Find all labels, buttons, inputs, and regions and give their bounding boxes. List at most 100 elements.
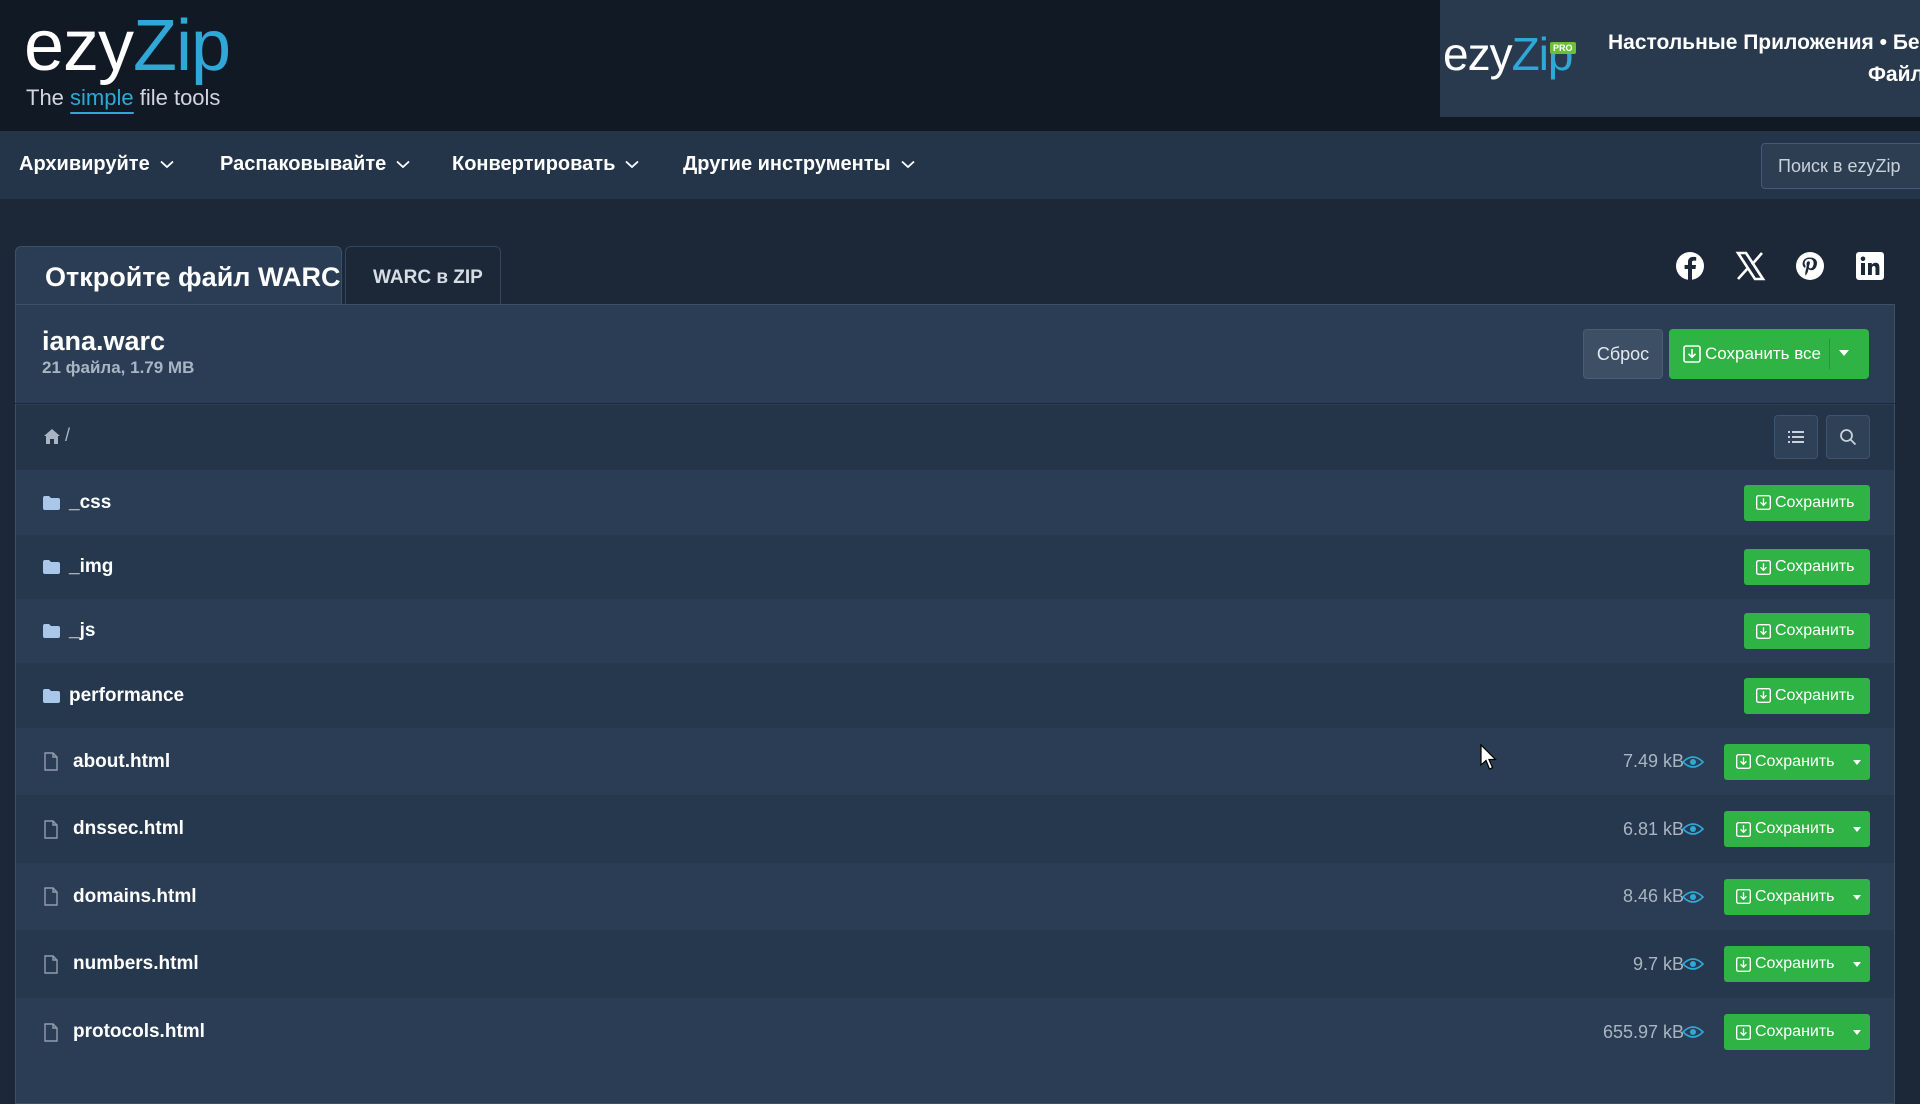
download-icon	[1736, 754, 1751, 769]
promo-logo-zip: Zip	[1511, 28, 1574, 80]
file-icon	[44, 887, 58, 906]
folder-name[interactable]: performance	[69, 685, 184, 707]
save-button[interactable]: Сохранить	[1724, 811, 1870, 847]
linkedin-icon[interactable]	[1852, 248, 1888, 284]
logo-text-zip: Zip	[133, 6, 231, 86]
file-size: 7.49 kB	[1622, 751, 1684, 771]
save-label: Сохранить	[1755, 887, 1835, 905]
logo-tagline: The simple file tools	[26, 85, 220, 111]
folder-icon	[43, 560, 60, 574]
nav-archive[interactable]: Архивируйте	[19, 153, 174, 176]
save-button[interactable]: Сохранить	[1744, 677, 1870, 714]
download-icon	[1736, 821, 1751, 837]
eye-icon[interactable]	[1682, 1025, 1704, 1039]
download-icon	[1756, 559, 1771, 575]
file-name[interactable]: dnssec.html	[73, 818, 184, 840]
file-name[interactable]: protocols.html	[73, 1021, 205, 1043]
file-name[interactable]: domains.html	[73, 886, 197, 908]
file-row[interactable]: dnssec.html 6.81 kB Сохранить	[16, 795, 1894, 863]
reset-button[interactable]: Сброс	[1583, 329, 1663, 379]
save-button[interactable]: Сохранить	[1724, 1014, 1870, 1050]
save-button[interactable]: Сохранить	[1724, 743, 1870, 780]
save-button[interactable]: Сохранить	[1724, 946, 1870, 982]
file-row[interactable]: about.html 7.49 kB Сохранить	[16, 728, 1894, 795]
chevron-down-icon	[396, 160, 410, 169]
nav-convert[interactable]: Конвертировать	[452, 153, 639, 176]
chevron-down-icon	[160, 160, 174, 169]
folder-name[interactable]: _img	[69, 556, 113, 578]
save-button[interactable]: Сохранить	[1724, 878, 1870, 915]
eye-icon[interactable]	[1682, 755, 1704, 769]
search-input[interactable]	[1761, 143, 1920, 189]
top-header: ezyZip The simple file tools ezyZip PRO …	[0, 0, 1920, 131]
eye-icon[interactable]	[1682, 890, 1704, 904]
save-button[interactable]: Сохранить	[1744, 613, 1870, 649]
nav-other-tools-label: Другие инструменты	[683, 153, 891, 175]
download-icon	[1756, 495, 1771, 510]
save-button[interactable]: Сохранить	[1744, 484, 1870, 521]
nav-extract[interactable]: Распаковывайте	[220, 153, 410, 176]
file-icon	[44, 752, 58, 771]
promo-line-1: Настольные Приложения • Без	[1608, 31, 1920, 54]
folder-icon	[43, 624, 60, 638]
facebook-icon[interactable]	[1672, 248, 1708, 284]
caret-down-icon[interactable]	[1853, 759, 1861, 765]
tagline-highlight: simple	[70, 85, 134, 110]
logo-text-ezy: ezy	[24, 6, 134, 86]
nav-archive-label: Архивируйте	[19, 153, 150, 175]
save-all-button[interactable]: Сохранить все	[1669, 329, 1869, 379]
folder-row[interactable]: _img Сохранить	[16, 535, 1894, 599]
eye-icon[interactable]	[1682, 957, 1704, 971]
file-name[interactable]: numbers.html	[73, 953, 199, 975]
tab-open-warc[interactable]: Откройте файл WARC	[15, 246, 342, 306]
save-label: Сохранить	[1775, 686, 1855, 704]
save-label: Сохранить	[1775, 622, 1855, 639]
pinterest-icon[interactable]	[1792, 248, 1828, 284]
save-label: Сохранить	[1755, 752, 1835, 770]
folder-name[interactable]: _js	[69, 620, 95, 642]
list-view-button[interactable]	[1774, 415, 1818, 459]
caret-down-icon[interactable]	[1853, 827, 1861, 832]
folder-name[interactable]: _css	[69, 492, 111, 514]
ezyzip-logo[interactable]: ezyZip The simple file tools	[24, 6, 231, 110]
eye-icon[interactable]	[1682, 822, 1704, 836]
mouse-cursor-icon	[1480, 744, 1497, 770]
folder-row[interactable]: _css Сохранить	[16, 470, 1894, 535]
file-icon	[44, 954, 58, 974]
caret-down-icon[interactable]	[1853, 1030, 1861, 1035]
folder-row[interactable]: performance Сохранить	[16, 663, 1894, 728]
main-nav: Архивируйте Распаковывайте Конвертироват…	[0, 131, 1920, 199]
file-row[interactable]: domains.html 8.46 kB Сохранить	[16, 863, 1894, 930]
caret-down-icon[interactable]	[1839, 350, 1849, 356]
file-row[interactable]: numbers.html 9.7 kB Сохранить	[16, 930, 1894, 998]
folder-row[interactable]: _js Сохранить	[16, 599, 1894, 663]
save-button[interactable]: Сохранить	[1744, 549, 1870, 585]
archive-file-name: iana.warc	[42, 326, 166, 356]
breadcrumb: /	[16, 405, 1894, 470]
x-twitter-icon[interactable]	[1732, 248, 1768, 284]
download-icon	[1683, 345, 1701, 363]
save-label: Сохранить	[1775, 493, 1855, 511]
promo-logo-ezy: ezy	[1443, 28, 1513, 80]
file-row[interactable]: protocols.html 655.97 kB Сохранить	[16, 998, 1894, 1066]
breadcrumb-separator: /	[65, 425, 71, 445]
caret-down-icon[interactable]	[1853, 894, 1861, 900]
folder-icon	[43, 495, 60, 510]
tab-warc-to-zip[interactable]: WARC в ZIP	[345, 246, 501, 306]
download-icon	[1736, 956, 1751, 972]
pro-badge: PRO	[1550, 42, 1576, 54]
promo-logo: ezyZip	[1443, 26, 1573, 82]
caret-down-icon[interactable]	[1853, 962, 1861, 967]
home-icon[interactable]	[43, 428, 61, 445]
tagline-end: file tools	[133, 85, 221, 110]
search-files-button[interactable]	[1826, 415, 1870, 459]
file-icon	[44, 819, 58, 839]
download-icon	[1736, 889, 1751, 904]
file-size: 9.7 kB	[1632, 953, 1684, 974]
promo-banner[interactable]: ezyZip PRO Настольные Приложения • Без Ф…	[1440, 0, 1920, 117]
nav-other-tools[interactable]: Другие инструменты	[683, 153, 915, 176]
save-label: Сохранить	[1755, 820, 1835, 837]
archive-file-meta: 21 файла, 1.79 MB	[42, 358, 195, 377]
file-size: 6.81 kB	[1622, 818, 1684, 839]
file-name[interactable]: about.html	[73, 751, 170, 773]
